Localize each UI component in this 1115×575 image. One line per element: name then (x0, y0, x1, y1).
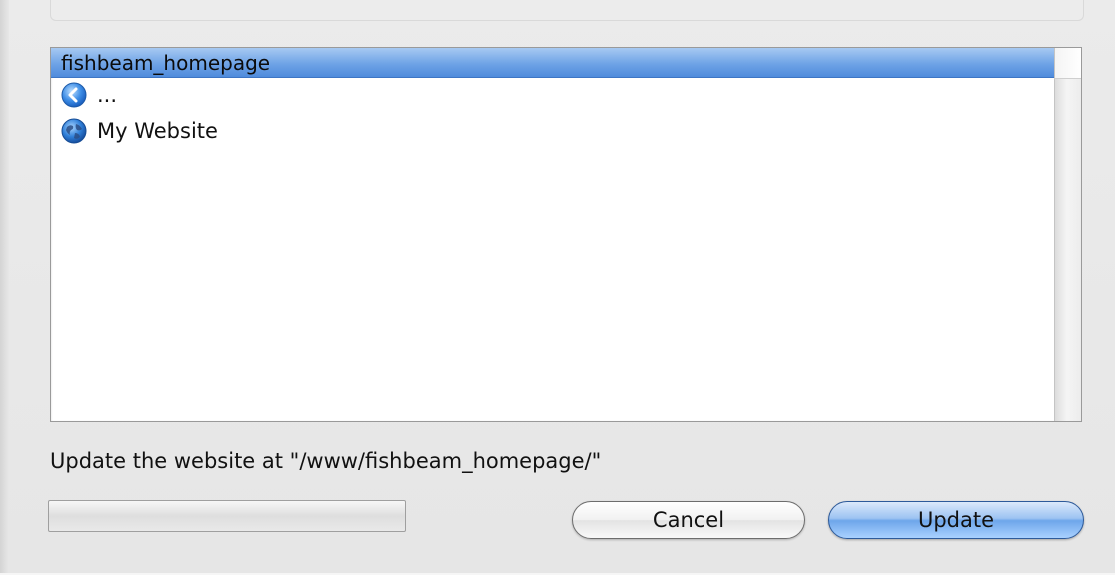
list-item-selected[interactable]: fishbeam_homepage (51, 48, 1055, 78)
globe-icon (61, 118, 87, 144)
website-list[interactable]: fishbeam_homepage ... My Website (50, 47, 1082, 422)
list-item-label: ... (97, 83, 118, 107)
back-arrow-icon (61, 82, 87, 108)
vertical-scrollbar[interactable] (1054, 48, 1081, 421)
cancel-button[interactable]: Cancel (572, 501, 805, 539)
progress-bar (48, 500, 406, 532)
upload-dialog: fishbeam_homepage ... My Website Update … (0, 0, 1115, 575)
list-item-my-website[interactable]: My Website (61, 116, 461, 146)
list-item-parent[interactable]: ... (61, 80, 461, 110)
window-edge (0, 0, 9, 575)
list-item-label: My Website (97, 119, 218, 143)
scrollbar-corner (1054, 48, 1081, 79)
status-text: Update the website at "/www/fishbeam_hom… (50, 449, 602, 473)
update-button[interactable]: Update (828, 501, 1084, 539)
top-panel (50, 0, 1084, 21)
list-header-label: fishbeam_homepage (61, 51, 271, 75)
